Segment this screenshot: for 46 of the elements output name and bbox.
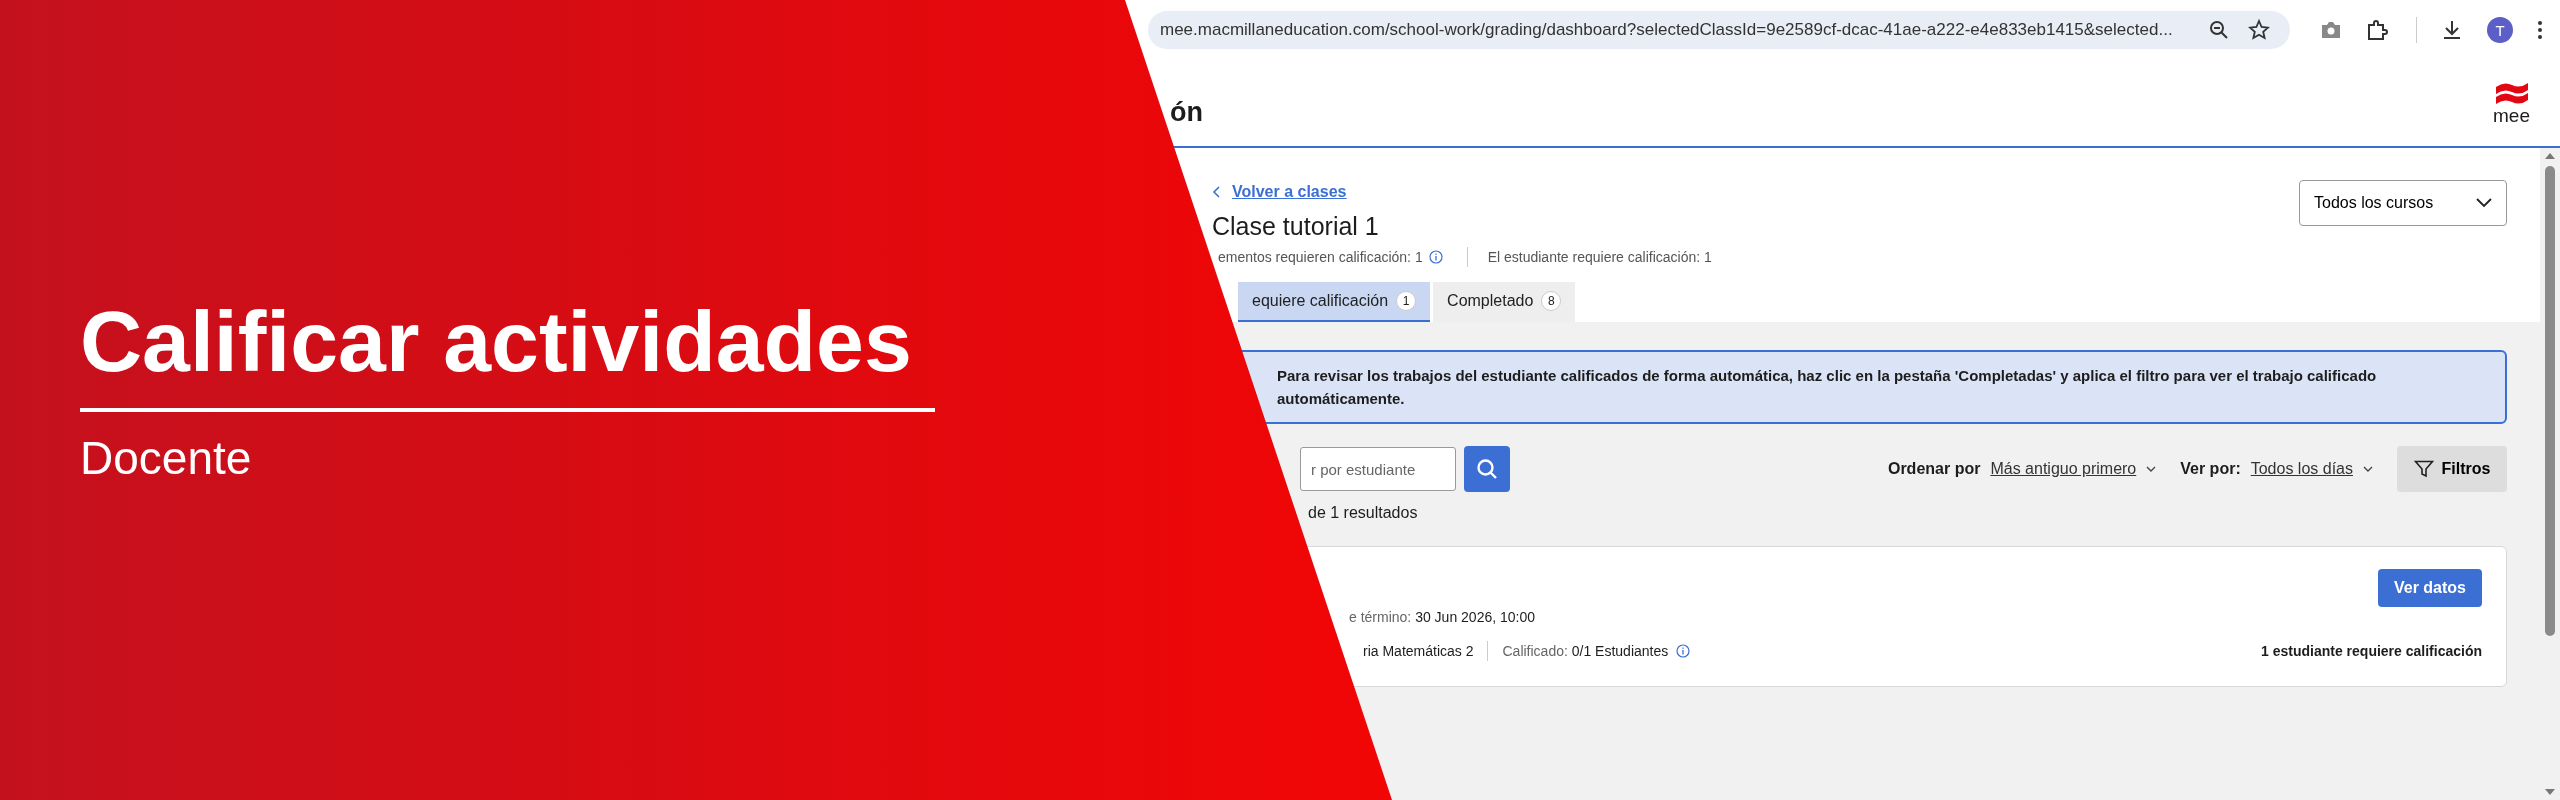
due-date-text: e término: 30 Jun 2026, 10:00 (1349, 609, 1537, 625)
view-data-button[interactable]: Ver datos (2378, 569, 2482, 607)
sort-label: Ordenar por (1887, 460, 1981, 478)
search-icon (1476, 458, 1498, 480)
graded-text: Calificado: 0/1 Estudiantes (1502, 643, 1669, 659)
view-dropdown[interactable]: Todos los días (2250, 460, 2373, 478)
filters-button[interactable]: Filtros (2397, 446, 2507, 492)
class-title: Clase tutorial 1 (1212, 211, 1380, 242)
scrollbar[interactable] (2540, 148, 2560, 800)
stat-text: El estudiante requiere calificación: 1 (1487, 249, 1712, 265)
tab[interactable]: equiere calificación 1 (1238, 282, 1431, 322)
search-button[interactable] (1464, 446, 1510, 492)
filter-icon (2413, 460, 2434, 478)
tab[interactable]: Completado 8 (1433, 282, 1576, 322)
scrollbar-thumb[interactable] (2545, 166, 2555, 636)
back-link[interactable]: Volver a clases (1232, 183, 1347, 201)
url-text: mee.macmillaneducation.com/school-work/grading/dashboard?selectedClassId=9e2589cf-dcac-41ae-a222-e4e833eb1415&selected... (1160, 20, 2174, 40)
results-count: de 1 resultados (1308, 504, 1419, 523)
menu-icon[interactable] (2537, 20, 2543, 40)
sort-dropdown[interactable]: Más antiguo primero (1990, 460, 2157, 478)
zoom-icon[interactable] (2208, 19, 2230, 41)
course-name: ria Matemáticas 2 (1363, 643, 1474, 659)
banner-subtitle: Docente (80, 431, 253, 486)
chevron-down-icon (2363, 465, 2373, 473)
chevron-down-icon (2476, 198, 2492, 208)
avatar[interactable]: T (2487, 17, 2513, 43)
info-icon[interactable] (1676, 644, 1691, 658)
scroll-down-icon[interactable] (2544, 788, 2556, 796)
download-icon[interactable] (2441, 19, 2463, 41)
course-dropdown[interactable]: Todos los cursos (2299, 180, 2507, 226)
logo-text: mee (2493, 107, 2530, 125)
view-label: Ver por: (2180, 460, 2241, 478)
banner-title: Calificar actividades (80, 296, 913, 386)
star-icon[interactable] (2248, 19, 2270, 41)
status-text: 1 estudiante requiere calificación (2261, 643, 2482, 659)
chevron-down-icon (2146, 465, 2157, 473)
stat-text: ementos requieren calificación: 1 (1218, 249, 1423, 265)
scroll-up-icon[interactable] (2544, 152, 2556, 160)
chevron-left-icon[interactable] (1212, 186, 1222, 198)
info-icon[interactable] (1428, 250, 1443, 264)
address-bar[interactable]: mee.macmillaneducation.com/school-work/grading/dashboard?selectedClassId=9e2589cf-dcac-41ae-a222-e4e833eb1415&selected... (1148, 11, 2290, 49)
puzzle-icon[interactable] (2366, 19, 2388, 41)
search-field[interactable]: r por estudiante (1300, 447, 1456, 491)
camera-icon[interactable] (2320, 20, 2342, 40)
page-title: ón (1170, 96, 1203, 128)
logo-icon (2493, 81, 2530, 107)
